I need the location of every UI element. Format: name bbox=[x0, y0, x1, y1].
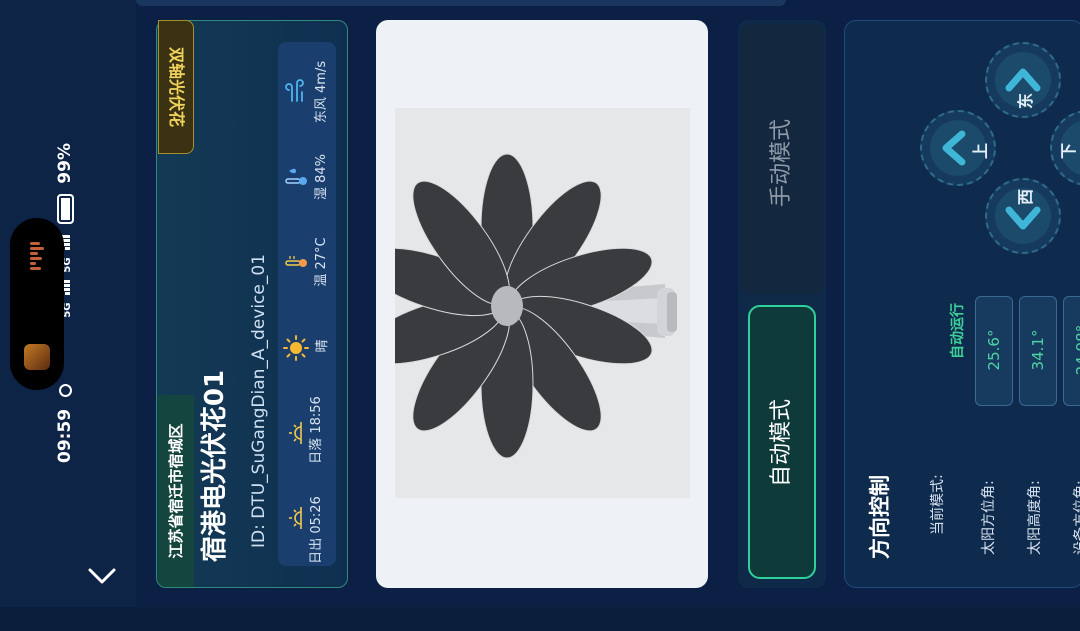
sunrise-time: 日出 05:26 bbox=[309, 496, 324, 564]
wind: 东风 4m/s bbox=[314, 60, 329, 124]
game-app-icon[interactable] bbox=[24, 344, 50, 370]
device-type-label: 双轴光伏花 bbox=[167, 46, 186, 127]
device-id: ID: DTU_SuGangDian_A_device_01 bbox=[249, 254, 269, 548]
down-label: 下 bbox=[1059, 143, 1078, 160]
up-label: 上 bbox=[971, 143, 990, 160]
sunset-time: 日落 18:56 bbox=[309, 396, 324, 464]
direction-control-title: 方向控制 bbox=[868, 475, 892, 559]
west-label: 西 bbox=[1016, 189, 1035, 206]
device-azimuth-label: 设备方位角: bbox=[1073, 480, 1080, 555]
audio-wave-icon bbox=[30, 240, 44, 276]
sunrise-icon bbox=[289, 507, 302, 529]
west-button[interactable]: 西 bbox=[985, 178, 1061, 254]
up-button[interactable]: 上 bbox=[920, 110, 996, 186]
device-name: 宿港电光伏花01 bbox=[200, 369, 230, 563]
sun-altitude-label: 太阳高度角: bbox=[1027, 480, 1043, 555]
manual-mode-label: 手动模式 bbox=[769, 119, 794, 208]
current-mode-value: 自动运行 bbox=[950, 303, 966, 359]
device-azimuth-value: 24.98° bbox=[1073, 324, 1080, 376]
sunset-icon bbox=[289, 422, 302, 444]
current-mode-label: 当前模式: bbox=[930, 474, 946, 535]
humidity-icon bbox=[285, 168, 307, 185]
alarm-icon bbox=[58, 383, 72, 397]
top-edge bbox=[136, 0, 786, 6]
auto-mode-label: 自动模式 bbox=[769, 399, 794, 488]
battery-icon bbox=[56, 193, 74, 224]
sun-azimuth-value: 25.6° bbox=[985, 329, 1003, 371]
east-label: 东 bbox=[1016, 93, 1035, 110]
humidity: 湿 84% bbox=[314, 153, 329, 201]
east-button[interactable]: 东 bbox=[985, 42, 1061, 118]
sun-altitude-value: 34.1° bbox=[1029, 329, 1047, 371]
wind-icon bbox=[285, 79, 304, 102]
location-label: 江苏省宿迁市宿城区 bbox=[167, 423, 185, 559]
chevron-down-icon[interactable] bbox=[86, 560, 118, 592]
battery-level: 99% bbox=[55, 143, 75, 184]
clock: 09:59 bbox=[55, 408, 75, 463]
sun-azimuth-label: 太阳方位角: bbox=[981, 480, 997, 555]
weather-condition: 晴 bbox=[315, 339, 330, 353]
solar-flower-image bbox=[395, 153, 677, 459]
sun-icon bbox=[283, 335, 309, 361]
thermometer-icon bbox=[285, 256, 307, 267]
temperature: 温 27°C bbox=[314, 237, 329, 287]
